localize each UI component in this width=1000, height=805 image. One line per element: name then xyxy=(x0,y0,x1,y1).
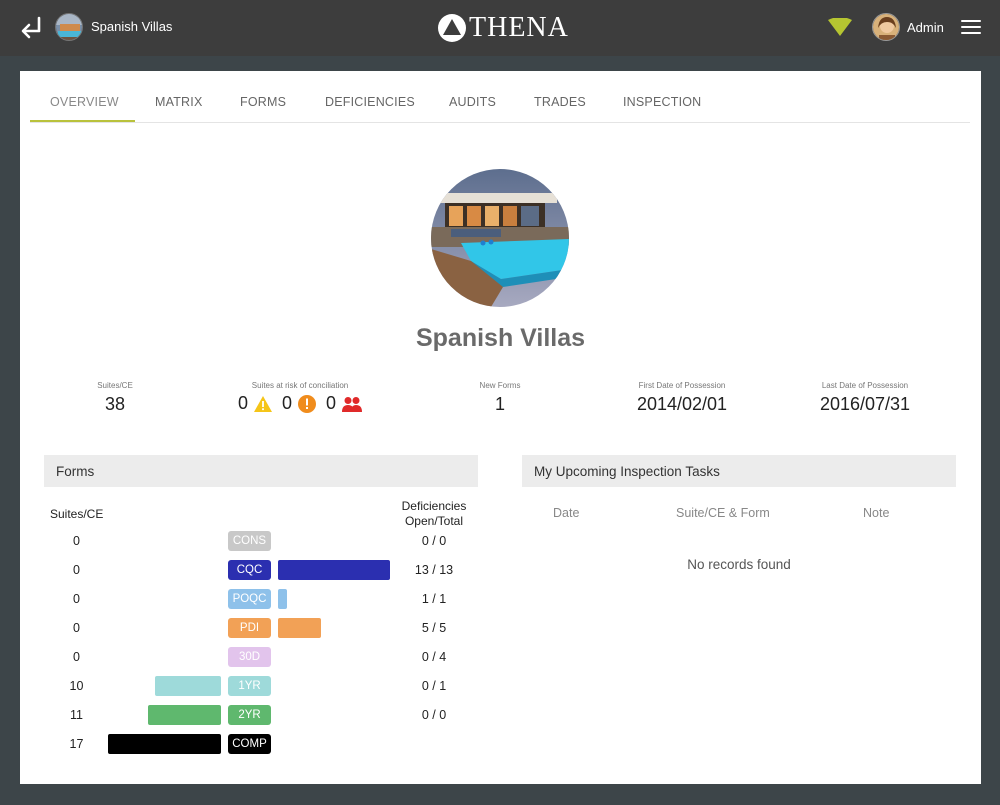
form-type-badge[interactable]: COMP xyxy=(228,734,271,754)
tab-trades[interactable]: TRADES xyxy=(534,95,586,109)
form-suites-bar xyxy=(108,734,221,754)
form-row[interactable]: 11 2YR 0 / 0 xyxy=(44,705,478,725)
form-suites-count: 0 xyxy=(73,592,80,606)
form-type-badge[interactable]: POQC xyxy=(228,589,271,609)
project-card: OVERVIEW MATRIX FORMS DEFICIENCIES AUDIT… xyxy=(20,71,981,784)
form-type-badge[interactable]: CQC xyxy=(228,560,271,580)
col-deficiencies-header: Deficiencies Open/Total xyxy=(399,499,469,529)
people-icon xyxy=(342,396,363,412)
stat-risk-label: Suites at risk of conciliation xyxy=(251,381,349,390)
form-deficiency-bar xyxy=(278,589,287,609)
form-suites-count: 0 xyxy=(73,534,80,548)
form-deficiency-ratio: 1 / 1 xyxy=(421,592,447,606)
tasks-col-date[interactable]: Date xyxy=(553,506,579,520)
form-deficiency-ratio: 0 / 0 xyxy=(421,708,447,722)
form-deficiency-ratio: 5 / 5 xyxy=(421,621,447,635)
alert-circle-icon xyxy=(298,394,316,413)
form-suites-bar xyxy=(148,705,221,725)
form-row[interactable]: 0 CQC 13 / 13 xyxy=(44,560,478,580)
active-tab-indicator xyxy=(30,120,135,122)
top-bar: Spanish Villas THENA Admin xyxy=(0,0,1000,56)
risk-people-count: 0 xyxy=(326,393,337,413)
stat-last-date: Last Date of Possession 2016/07/31 xyxy=(810,381,920,415)
tab-bar: OVERVIEW MATRIX FORMS DEFICIENCIES AUDIT… xyxy=(30,71,970,123)
form-type-badge[interactable]: 2YR xyxy=(228,705,271,725)
stat-risk: Suites at risk of conciliation 0 0 0 xyxy=(220,381,380,414)
risk-counters: 0 0 0 xyxy=(220,393,380,414)
connection-status-icon xyxy=(828,17,852,41)
stat-first-date-value: 2014/02/01 xyxy=(636,394,728,414)
form-suites-count: 0 xyxy=(73,621,80,635)
stat-last-date-label: Last Date of Possession xyxy=(821,381,909,390)
form-suites-count: 17 xyxy=(69,737,84,751)
form-suites-count: 0 xyxy=(73,650,80,664)
form-type-badge[interactable]: CONS xyxy=(228,531,271,551)
form-deficiency-ratio: 0 / 0 xyxy=(421,534,447,548)
form-deficiency-ratio: 13 / 13 xyxy=(414,563,454,577)
col-deficiencies-line2: Open/Total xyxy=(404,514,464,528)
form-row[interactable]: 17 COMP xyxy=(44,734,478,754)
tab-inspection[interactable]: INSPECTION xyxy=(623,95,701,109)
stat-new-forms: New Forms 1 xyxy=(460,381,540,415)
stat-suites: Suites/CE 38 xyxy=(80,381,150,415)
risk-warning-count: 0 xyxy=(237,393,248,413)
project-title: Spanish Villas xyxy=(415,324,586,352)
back-arrow-icon[interactable] xyxy=(18,14,44,42)
tasks-panel-title: My Upcoming Inspection Tasks xyxy=(522,455,956,487)
stat-suites-label: Suites/CE xyxy=(97,381,133,390)
stat-last-date-value: 2016/07/31 xyxy=(819,394,911,414)
tasks-col-suite-form[interactable]: Suite/CE & Form xyxy=(676,506,770,520)
col-suites-header: Suites/CE xyxy=(50,507,104,521)
stat-new-forms-label: New Forms xyxy=(479,381,521,390)
tasks-col-note[interactable]: Note xyxy=(863,506,889,520)
form-row[interactable]: 0 POQC 1 / 1 xyxy=(44,589,478,609)
warning-triangle-icon xyxy=(253,395,272,412)
stat-first-date-label: First Date of Possession xyxy=(638,381,726,390)
form-deficiency-ratio: 0 / 1 xyxy=(421,679,447,693)
stat-new-forms-value: 1 xyxy=(494,394,505,414)
form-suites-count: 10 xyxy=(69,679,84,693)
form-deficiency-bar xyxy=(278,560,390,580)
form-row[interactable]: 0 30D 0 / 4 xyxy=(44,647,478,667)
tasks-empty-message: No records found xyxy=(687,557,791,572)
logo-text: THENA xyxy=(469,12,569,43)
athena-logo: THENA xyxy=(437,12,569,44)
user-name[interactable]: Admin xyxy=(907,20,944,35)
form-deficiency-bar xyxy=(278,618,321,638)
stat-suites-value: 38 xyxy=(104,394,126,414)
form-type-badge[interactable]: 1YR xyxy=(228,676,271,696)
form-row[interactable]: 0 PDI 5 / 5 xyxy=(44,618,478,638)
form-suites-count: 11 xyxy=(70,708,83,722)
form-row[interactable]: 10 1YR 0 / 1 xyxy=(44,676,478,696)
hamburger-menu-icon[interactable] xyxy=(961,20,981,36)
tab-deficiencies[interactable]: DEFICIENCIES xyxy=(325,95,415,109)
form-type-badge[interactable]: 30D xyxy=(228,647,271,667)
project-photo xyxy=(431,169,569,307)
form-deficiency-ratio: 0 / 4 xyxy=(421,650,447,664)
tab-forms[interactable]: FORMS xyxy=(240,95,286,109)
project-name[interactable]: Spanish Villas xyxy=(91,19,172,34)
col-deficiencies-line1: Deficiencies xyxy=(401,499,467,513)
risk-alert-count: 0 xyxy=(281,393,292,413)
user-avatar[interactable] xyxy=(872,13,900,41)
form-suites-count: 0 xyxy=(73,563,80,577)
project-avatar[interactable] xyxy=(55,13,83,41)
tab-overview[interactable]: OVERVIEW xyxy=(50,95,119,109)
tab-audits[interactable]: AUDITS xyxy=(449,95,496,109)
form-type-badge[interactable]: PDI xyxy=(228,618,271,638)
tab-matrix[interactable]: MATRIX xyxy=(155,95,203,109)
forms-panel-title: Forms xyxy=(44,455,478,487)
form-row[interactable]: 0 CONS 0 / 0 xyxy=(44,531,478,551)
logo-triangle-icon xyxy=(438,14,466,42)
form-suites-bar xyxy=(155,676,221,696)
stat-first-date: First Date of Possession 2014/02/01 xyxy=(627,381,737,415)
